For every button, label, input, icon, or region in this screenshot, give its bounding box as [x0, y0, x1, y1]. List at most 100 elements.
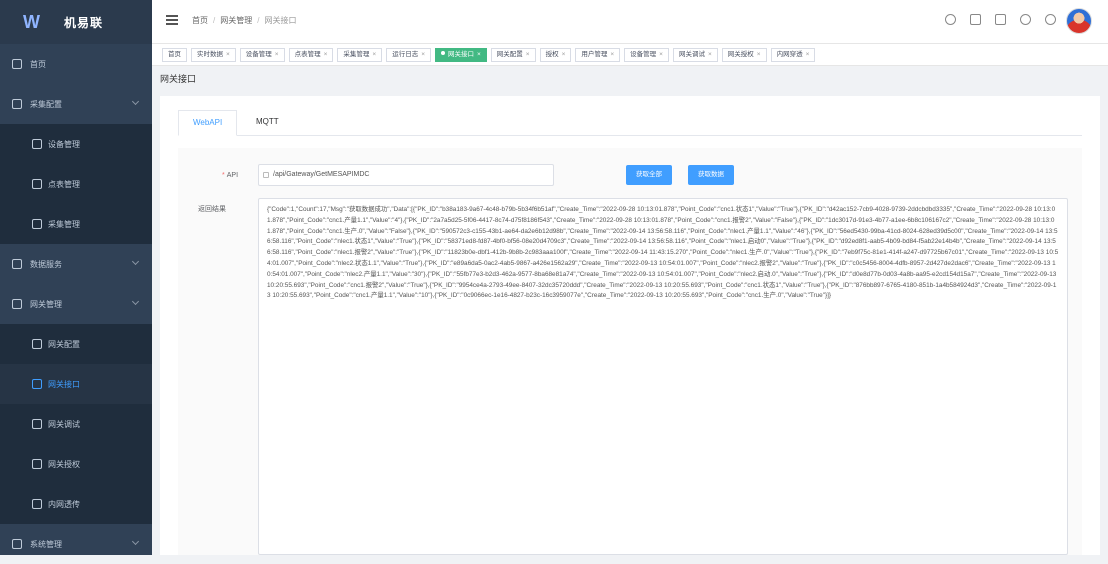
sidebar-item-label: 采集管理: [48, 219, 80, 229]
tag-label: 设备管理: [245, 50, 272, 58]
breadcrumb-item[interactable]: 网关管理: [220, 16, 252, 25]
sidebar-item-label: 网关管理: [30, 299, 62, 309]
breadcrumb-item: 网关接口: [264, 16, 297, 25]
sidebar-item-label: 网关授权: [48, 459, 80, 469]
webapi-panel: * API /api/Gateway/GetMESAPIMDC 获取全部 获取数据…: [178, 148, 1082, 555]
tag-item[interactable]: 设备管理 ×: [624, 47, 669, 62]
content-card: WebAPI MQTT * API /api/Gateway/GetMESAPIM…: [160, 96, 1100, 555]
sidebar-item-label: 采集配置: [30, 99, 62, 109]
api-input[interactable]: /api/Gateway/GetMESAPIMDC: [258, 164, 554, 186]
tag-item[interactable]: 首页: [162, 47, 187, 62]
menu-icon: [12, 539, 22, 549]
tag-item[interactable]: 点表管理 ×: [288, 47, 334, 62]
close-icon[interactable]: ×: [421, 51, 425, 58]
tab-bar: WebAPI MQTT: [178, 110, 1082, 136]
close-icon[interactable]: ×: [477, 51, 481, 58]
api-label: * API: [222, 172, 239, 179]
sidebar-item-label: 系统管理: [30, 539, 62, 549]
menu-icon: [12, 59, 22, 69]
tag-item[interactable]: 用户管理 ×: [575, 47, 621, 62]
tag-label: 内网穿透: [776, 50, 803, 58]
sidebar-item[interactable]: 数据服务: [0, 244, 152, 284]
tag-item[interactable]: 采集管理 ×: [337, 47, 383, 62]
tab-mqtt[interactable]: MQTT: [242, 110, 293, 136]
close-icon[interactable]: ×: [610, 51, 614, 58]
close-icon[interactable]: ×: [324, 51, 328, 58]
theme-icon[interactable]: [1020, 14, 1031, 25]
tag-item[interactable]: 设备管理 ×: [239, 47, 285, 62]
tag-item[interactable]: 网关配置 ×: [490, 47, 536, 62]
tag-item[interactable]: 网关授权 ×: [721, 47, 767, 62]
sidebar-item-label: 网关配置: [48, 339, 80, 349]
sidebar-item[interactable]: 点表管理: [0, 164, 152, 204]
menu-icon: [32, 379, 42, 389]
close-icon[interactable]: ×: [526, 51, 530, 58]
search-icon[interactable]: [945, 14, 956, 25]
sidebar-item[interactable]: 内网透传: [0, 484, 152, 524]
close-icon[interactable]: ×: [372, 51, 376, 58]
close-icon[interactable]: ×: [757, 51, 761, 58]
close-icon[interactable]: ×: [708, 51, 712, 58]
menu-icon: [32, 139, 42, 149]
header-tools: [945, 14, 1056, 25]
sidebar-item-label: 内网透传: [48, 499, 80, 509]
close-icon[interactable]: ×: [806, 51, 810, 58]
sidebar-item[interactable]: 网关配置: [0, 324, 152, 364]
avatar[interactable]: [1066, 8, 1092, 34]
sidebar-item-label: 首页: [30, 59, 46, 69]
menu-icon: [32, 419, 42, 429]
sidebar-item-label: 设备管理: [48, 139, 80, 149]
chevron-down-icon: [131, 97, 140, 106]
sidebar-item[interactable]: 采集配置: [0, 84, 152, 124]
tag-item[interactable]: 网关接口 ×: [434, 47, 487, 62]
menu-icon: [32, 179, 42, 189]
sidebar-item-label: 点表管理: [48, 179, 80, 189]
breadcrumb-item[interactable]: 首页: [192, 16, 208, 25]
menu-icon: [12, 299, 22, 309]
menu-icon: [12, 259, 22, 269]
tag-label: 授权: [545, 50, 559, 58]
tag-label: 网关接口: [447, 50, 474, 58]
settings-icon[interactable]: [1045, 14, 1056, 25]
sidebar-item-label: 网关调试: [48, 419, 80, 429]
tag-item[interactable]: 实时数据 ×: [191, 47, 236, 62]
menu-icon: [32, 499, 42, 509]
sidebar-item[interactable]: 网关调试: [0, 404, 152, 444]
tag-label: 首页: [168, 50, 181, 58]
tag-label: 实时数据: [197, 50, 223, 58]
tag-label: 点表管理: [294, 50, 321, 58]
tab-webapi[interactable]: WebAPI: [178, 110, 238, 136]
sidebar-menu: 首页采集配置设备管理点表管理采集管理数据服务网关管理网关配置网关接口网关调试网关…: [0, 44, 152, 564]
sidebar-item[interactable]: 首页: [0, 44, 152, 84]
chevron-down-icon: [131, 537, 140, 546]
hamburger-icon[interactable]: [166, 15, 178, 25]
tag-label: 设备管理: [630, 50, 657, 58]
sidebar-item-label: 数据服务: [30, 259, 62, 269]
close-icon[interactable]: ×: [275, 51, 279, 58]
result-label: 返回结果: [198, 206, 226, 213]
menu-icon: [32, 219, 42, 229]
close-icon[interactable]: ×: [562, 51, 566, 58]
tag-item[interactable]: 内网穿透 ×: [770, 47, 816, 62]
tag-item[interactable]: 网关调试 ×: [672, 47, 718, 62]
sidebar-item[interactable]: 网关接口: [0, 364, 152, 404]
breadcrumb: 首页 / 网关管理 / 网关接口: [192, 16, 297, 25]
close-icon[interactable]: ×: [659, 51, 663, 58]
sidebar-item[interactable]: 系统管理: [0, 524, 152, 564]
tag-item[interactable]: 运行日志 ×: [386, 47, 431, 62]
fetch-data-button[interactable]: 获取数据: [688, 165, 734, 185]
chevron-down-icon: [131, 257, 140, 266]
fetch-all-button[interactable]: 获取全部: [626, 165, 672, 185]
sidebar-item[interactable]: 网关授权: [0, 444, 152, 484]
app-title: 机易联: [64, 15, 104, 30]
font-size-icon[interactable]: [995, 14, 1006, 25]
fullscreen-icon[interactable]: [970, 14, 981, 25]
sidebar-item[interactable]: 采集管理: [0, 204, 152, 244]
result-textarea[interactable]: {"Code":1,"Count":17,"Msg":"获取数据成功","Dat…: [258, 198, 1068, 555]
tag-item[interactable]: 授权 ×: [539, 47, 572, 62]
tags-view: 首页 实时数据 × 设备管理 × 点表管理 × 采集管理 × 运行日志 × 网关接口 × 网关配置 × 授权 ×…: [152, 44, 1108, 66]
link-icon: [263, 172, 269, 178]
sidebar-item[interactable]: 设备管理: [0, 124, 152, 164]
sidebar-item[interactable]: 网关管理: [0, 284, 152, 324]
close-icon[interactable]: ×: [226, 51, 230, 58]
